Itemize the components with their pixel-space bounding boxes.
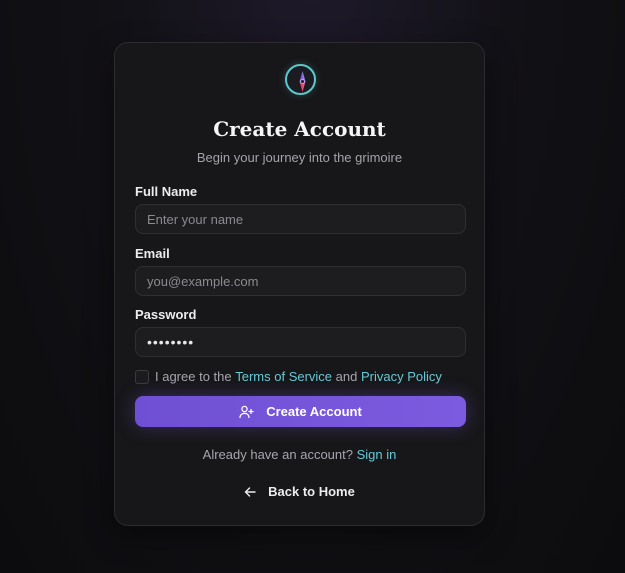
full-name-input[interactable]: [135, 204, 466, 234]
page-subtitle: Begin your journey into the grimoire: [196, 150, 403, 165]
signup-card: Create Account Begin your journey into t…: [114, 42, 485, 526]
terms-agreement: I agree to the Terms of Service and Priv…: [135, 369, 442, 384]
full-name-label: Full Name: [135, 184, 198, 199]
create-account-button[interactable]: Create Account: [135, 396, 466, 427]
terms-of-service-link[interactable]: Terms of Service: [235, 369, 332, 384]
arrow-left-icon: [244, 486, 256, 498]
terms-checkbox[interactable]: [135, 369, 149, 384]
create-account-button-label: Create Account: [266, 404, 362, 419]
terms-middle-text: and: [332, 369, 361, 384]
back-to-home-label: Back to Home: [268, 484, 355, 499]
terms-prefix-text: I agree to the: [155, 369, 236, 384]
sign-in-link[interactable]: Sign in: [357, 447, 397, 462]
user-plus-icon: [239, 405, 254, 419]
email-input[interactable]: [135, 266, 466, 296]
privacy-policy-link[interactable]: Privacy Policy: [361, 369, 442, 384]
back-to-home-link[interactable]: Back to Home: [115, 484, 484, 499]
signin-prompt-text: Already have an account?: [202, 447, 357, 462]
password-input[interactable]: [135, 327, 466, 357]
signin-prompt: Already have an account? Sign in: [115, 447, 484, 462]
email-label: Email: [135, 246, 170, 261]
page-title: Create Account: [213, 117, 386, 141]
compass-icon: [285, 64, 316, 95]
password-label: Password: [135, 307, 197, 322]
